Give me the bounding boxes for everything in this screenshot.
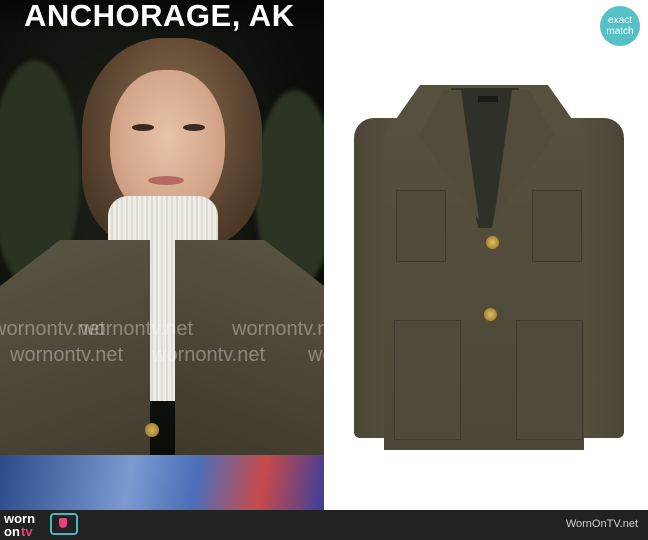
hip-pocket-right (516, 320, 583, 440)
hip-pocket-left (394, 320, 461, 440)
watermark: wornontv.net (308, 344, 324, 366)
watermark: wornontv.net (80, 318, 194, 340)
chest-pocket-left (396, 190, 446, 262)
right-eye (183, 124, 205, 131)
jacket-button-bottom (484, 308, 497, 321)
watermark: wornontv.net (152, 344, 266, 366)
product-image (324, 0, 648, 510)
wornontv-logo[interactable]: worn on tv (4, 511, 84, 539)
news-graphic-banner (0, 455, 324, 510)
jacket-label (478, 96, 498, 102)
left-eye (132, 124, 154, 131)
watermark: wornontv.net (10, 344, 124, 366)
tv-icon (50, 513, 78, 535)
chest-pocket-right (532, 190, 582, 262)
footer-bar (0, 510, 648, 540)
logo-on: on (4, 524, 20, 539)
badge-line2: match (606, 26, 634, 37)
location-caption: ANCHORAGE, AK (24, 0, 295, 33)
site-url[interactable]: WornOnTV.net (566, 518, 638, 530)
exact-match-badge: exact match (600, 6, 640, 46)
logo-tv: tv (21, 524, 33, 539)
lips (148, 176, 184, 185)
watermark: wornontv.net (232, 318, 324, 340)
tv-still: ANCHORAGE, AK wornontv.net wornontv.net … (0, 0, 324, 540)
jacket-button-top (486, 236, 499, 249)
badge-line1: exact (608, 15, 632, 26)
jacket-button (145, 423, 159, 437)
